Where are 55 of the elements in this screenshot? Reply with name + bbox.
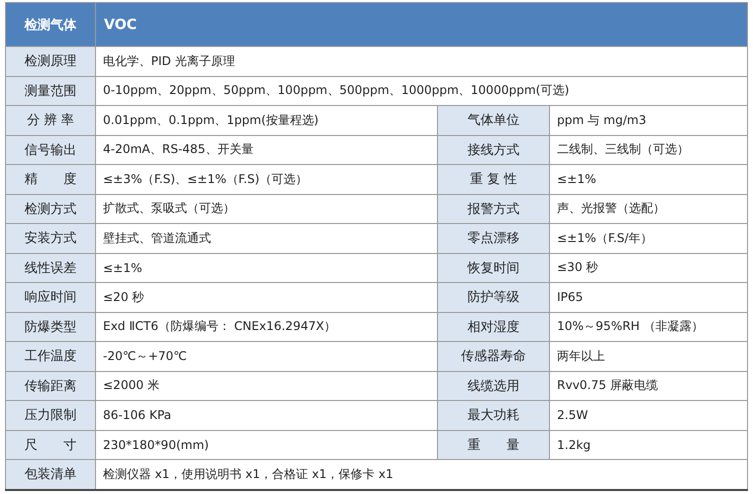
row-value: 电化学、PID 光离子原理 <box>96 46 748 76</box>
row-value: -20℃～+70℃ <box>96 342 438 371</box>
row-label: 气体单位 <box>438 106 550 135</box>
row-label: 包装清单 <box>6 460 96 490</box>
row-label: 防爆类型 <box>6 312 96 342</box>
header-label: 检测气体 <box>6 2 96 46</box>
row-value: 1.2kg <box>550 430 748 460</box>
row-label: 接线方式 <box>438 135 550 164</box>
row-value: 2.5W <box>550 400 748 430</box>
row-label: 线性误差 <box>6 253 96 282</box>
row-label: 检测原理 <box>6 46 96 76</box>
row-value: ≤±3%（F.S)、≤±1%（F.S)（可选） <box>96 164 438 194</box>
row-value: ppm 与 mg/m3 <box>550 106 748 135</box>
row-value: 10%～95%RH （非凝露） <box>550 312 748 342</box>
row-label: 重 量 <box>438 430 550 460</box>
row-label: 精 度 <box>6 164 96 194</box>
row-label: 恢复时间 <box>438 253 550 282</box>
row-label: 最大功耗 <box>438 400 550 430</box>
row-value: 0.01ppm、0.1ppm、1ppm(按量程选) <box>96 106 438 135</box>
row-label: 信号输出 <box>6 135 96 164</box>
row-value: ≤2000 米 <box>96 371 438 400</box>
row-label: 分 辨 率 <box>6 106 96 135</box>
row-label: 测量范围 <box>6 76 96 106</box>
row-label: 相对湿度 <box>438 312 550 342</box>
row-value: 0-10ppm、20ppm、50ppm、100ppm、500ppm、1000ppm、10000ppm(可选) <box>96 76 748 106</box>
row-value: 扩散式、泵吸式（可选） <box>96 194 438 224</box>
row-value: 两年以上 <box>550 342 748 371</box>
row-value: 壁挂式、管道流通式 <box>96 224 438 253</box>
row-label: 响应时间 <box>6 282 96 312</box>
row-label: 传输距离 <box>6 371 96 400</box>
row-label: 尺 寸 <box>6 430 96 460</box>
row-value: ≤30 秒 <box>550 253 748 282</box>
row-label: 压力限制 <box>6 400 96 430</box>
row-value: Exd ⅡCT6（防爆编号： CNEx16.2947X） <box>96 312 438 342</box>
row-value: ≤±1% <box>550 164 748 194</box>
row-label: 报警方式 <box>438 194 550 224</box>
row-value: 声、光报警（选配） <box>550 194 748 224</box>
row-label: 检测方式 <box>6 194 96 224</box>
row-label: 线缆选用 <box>438 371 550 400</box>
row-label: 防护等级 <box>438 282 550 312</box>
row-label: 安装方式 <box>6 224 96 253</box>
row-value: ≤±1% <box>96 253 438 282</box>
row-label: 零点漂移 <box>438 224 550 253</box>
row-label: 工作温度 <box>6 342 96 371</box>
row-value: IP65 <box>550 282 748 312</box>
row-value: ≤20 秒 <box>96 282 438 312</box>
header-value: VOC <box>96 2 748 46</box>
row-value: 4-20mA、RS-485、开关量 <box>96 135 438 164</box>
row-label: 重 复 性 <box>438 164 550 194</box>
row-label: 传感器寿命 <box>438 342 550 371</box>
row-value: Rvv0.75 屏蔽电缆 <box>550 371 748 400</box>
row-value: 86-106 KPa <box>96 400 438 430</box>
row-value: ≤±1%（F.S/年） <box>550 224 748 253</box>
row-value: 二线制、三线制（可选） <box>550 135 748 164</box>
row-value: 230*180*90(mm) <box>96 430 438 460</box>
